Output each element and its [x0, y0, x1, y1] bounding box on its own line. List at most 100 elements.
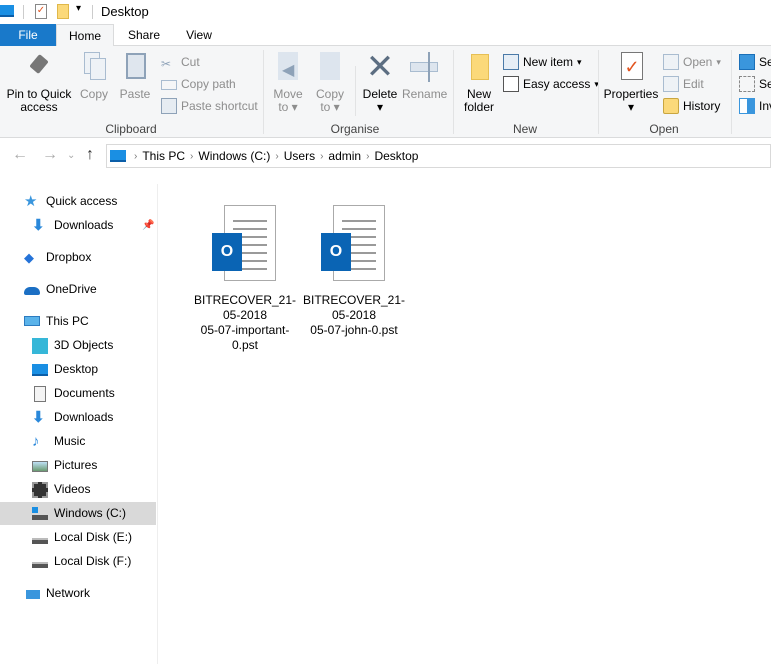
- group-label-open: Open: [649, 122, 679, 136]
- select-none-button[interactable]: Se: [739, 74, 771, 94]
- group-label-new: New: [512, 122, 537, 136]
- sidebar-item-music[interactable]: ♪ Music: [0, 430, 156, 453]
- invert-selection-icon: [739, 98, 755, 114]
- breadcrumb-windows-c[interactable]: Windows (C:): [198, 149, 270, 163]
- sidebar-item-pictures[interactable]: Pictures: [0, 454, 156, 477]
- new-folder-quick-icon[interactable]: [57, 4, 69, 19]
- tab-view[interactable]: View: [172, 24, 226, 46]
- explorer-icon: [0, 5, 14, 17]
- scissors-icon: ✂: [161, 57, 172, 71]
- select-all-icon: [739, 54, 755, 70]
- edit-button[interactable]: Edit: [663, 74, 704, 94]
- move-to-button[interactable]: ◀ Move to ▾: [270, 50, 306, 114]
- properties-quick-icon[interactable]: ✓: [35, 4, 47, 19]
- desktop-icon: [32, 362, 48, 378]
- copy-path-icon: [161, 80, 177, 90]
- document-icon: [32, 385, 48, 402]
- sidebar-item-onedrive[interactable]: OneDrive: [0, 278, 156, 301]
- properties-button[interactable]: ✓ Properties ▾: [602, 50, 660, 114]
- address-bar[interactable]: › This PC › Windows (C:) › Users › admin › D…: [106, 144, 771, 168]
- sidebar-item-videos[interactable]: Videos: [0, 478, 156, 501]
- pin-icon: [23, 50, 55, 84]
- easy-access-icon: [503, 76, 519, 92]
- history-button[interactable]: History: [663, 96, 720, 116]
- recent-locations-button[interactable]: ⌄: [67, 150, 75, 161]
- sidebar-item-downloads[interactable]: ⬇ Downloads: [0, 406, 156, 429]
- star-icon: ★: [24, 192, 38, 210]
- easy-access-button[interactable]: Easy access ▾: [503, 74, 599, 94]
- copy-button[interactable]: Copy: [76, 50, 112, 101]
- tab-home[interactable]: Home: [56, 24, 114, 47]
- sidebar-item-desktop[interactable]: Desktop: [0, 358, 156, 381]
- paste-shortcut-button[interactable]: Paste shortcut: [161, 96, 258, 116]
- up-button[interactable]: ↑: [86, 146, 94, 164]
- network-icon: [24, 586, 40, 602]
- sidebar-item-this-pc[interactable]: This PC: [0, 310, 156, 333]
- new-item-icon: [503, 54, 519, 70]
- sidebar-item-quick-access[interactable]: ★ Quick access: [0, 190, 156, 213]
- rename-button[interactable]: Rename: [402, 50, 447, 101]
- download-icon: ⬇: [32, 216, 45, 234]
- sidebar-item-windows-c[interactable]: Windows (C:): [0, 502, 156, 525]
- navigation-pane: ★ Quick access ⬇ Downloads 📌 ◆ Dropbox OneDr…: [0, 184, 158, 664]
- move-to-icon: ◀: [272, 50, 304, 84]
- ribbon-tabs: File Home Share View: [0, 24, 771, 47]
- breadcrumb-desktop[interactable]: Desktop: [374, 149, 418, 163]
- sidebar-item-local-disk-f[interactable]: Local Disk (F:): [0, 550, 156, 573]
- file-item[interactable]: O BITRECOVER_21- 05-2018 05-07-important- 0…: [191, 205, 299, 353]
- outlook-pst-file-icon: O: [212, 205, 278, 283]
- sidebar-item-local-disk-e[interactable]: Local Disk (E:): [0, 526, 156, 549]
- breadcrumb-this-pc[interactable]: This PC: [142, 149, 185, 163]
- window-title: Desktop: [101, 4, 149, 19]
- sidebar-item-network[interactable]: Network: [0, 582, 156, 605]
- breadcrumb-users[interactable]: Users: [284, 149, 315, 163]
- new-item-button[interactable]: New item ▾: [503, 52, 582, 72]
- history-icon: [663, 98, 679, 114]
- group-label-organise: Organise: [330, 122, 380, 136]
- copy-to-button[interactable]: Copy to ▾: [312, 50, 348, 114]
- delete-button[interactable]: ✕ Delete ▾: [360, 50, 400, 114]
- copy-icon: [78, 50, 110, 84]
- computer-icon: [24, 314, 40, 330]
- sidebar-item-dropbox[interactable]: ◆ Dropbox: [0, 246, 156, 269]
- drive-icon: [32, 554, 48, 570]
- ribbon: Pin to Quick access Copy Paste ✂ Cut Copy …: [0, 46, 771, 138]
- drive-icon: [32, 530, 48, 546]
- breadcrumb-admin[interactable]: admin: [328, 149, 361, 163]
- outlook-pst-file-icon: O: [321, 205, 387, 283]
- group-label-clipboard: Clipboard: [105, 122, 157, 136]
- customize-toolbar-icon[interactable]: ▾: [76, 3, 81, 14]
- tab-file[interactable]: File: [0, 24, 56, 46]
- select-none-icon: [739, 76, 755, 92]
- cube-icon: [32, 337, 48, 354]
- paste-button[interactable]: Paste: [116, 50, 154, 101]
- properties-icon: ✓: [615, 50, 647, 84]
- pin-to-quick-access-button[interactable]: Pin to Quick access: [4, 50, 74, 114]
- sidebar-item-documents[interactable]: Documents: [0, 382, 156, 405]
- drive-icon: [32, 506, 48, 522]
- picture-icon: [32, 458, 48, 474]
- open-icon: [663, 54, 679, 70]
- back-button[interactable]: ←: [12, 146, 28, 164]
- select-all-button[interactable]: Se: [739, 52, 771, 72]
- download-icon: ⬇: [32, 408, 45, 426]
- forward-button[interactable]: →: [42, 146, 58, 164]
- open-button[interactable]: Open ▾: [663, 52, 721, 72]
- rename-icon: [408, 50, 440, 84]
- title-bar: ✓ ▾ Desktop: [0, 0, 771, 24]
- cut-button[interactable]: ✂ Cut: [161, 52, 200, 72]
- pin-icon[interactable]: 📌: [142, 214, 154, 237]
- film-icon: [32, 481, 48, 498]
- invert-selection-button[interactable]: Inv: [739, 96, 771, 116]
- copy-to-icon: [314, 50, 346, 84]
- folder-icon: [463, 50, 495, 84]
- this-pc-icon: [110, 150, 126, 162]
- sidebar-item-downloads-pinned[interactable]: ⬇ Downloads 📌: [0, 214, 156, 237]
- new-folder-button[interactable]: New folder: [459, 50, 499, 114]
- tab-share[interactable]: Share: [117, 24, 171, 46]
- sidebar-item-3d-objects[interactable]: 3D Objects: [0, 334, 156, 357]
- dropbox-icon: ◆: [24, 249, 34, 265]
- copy-path-button[interactable]: Copy path: [161, 74, 236, 94]
- file-item[interactable]: O BITRECOVER_21- 05-2018 05-07-john-0.pst: [300, 205, 408, 338]
- clipboard-icon: [119, 50, 151, 84]
